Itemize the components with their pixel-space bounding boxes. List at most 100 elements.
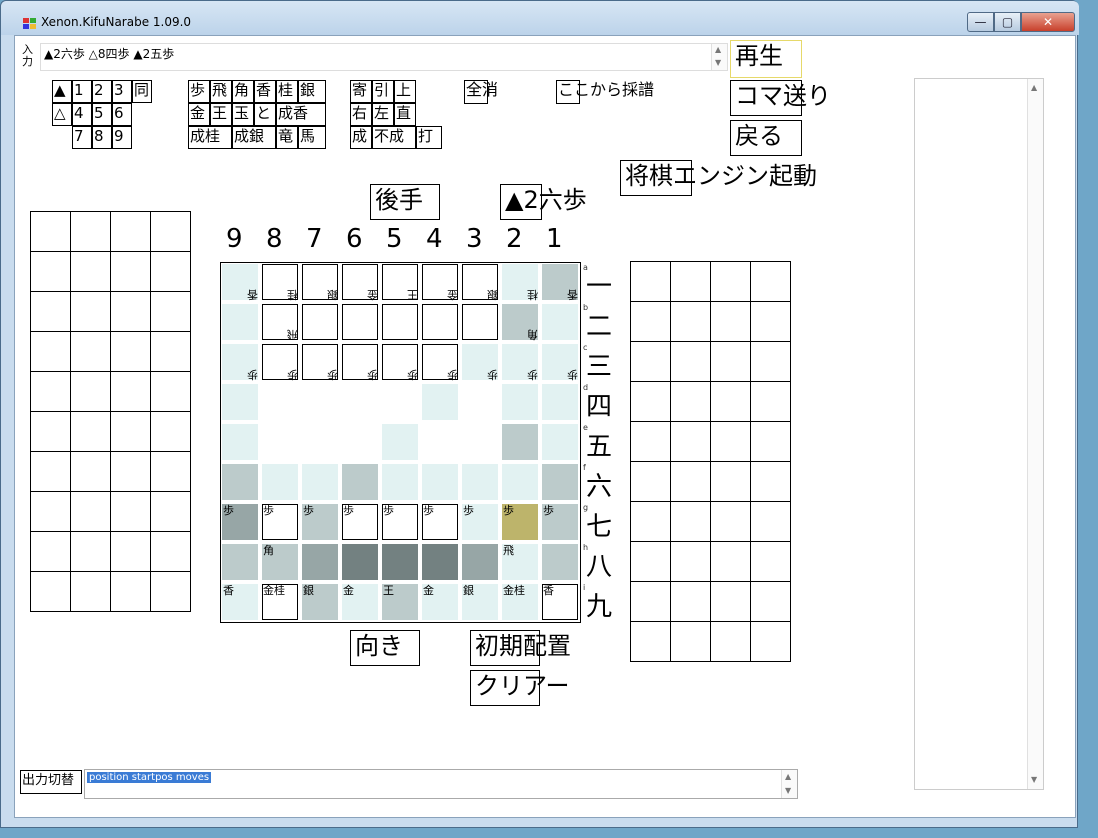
piece-key-2[interactable]: 角 — [232, 80, 254, 103]
key-12[interactable]: 8 — [92, 126, 112, 149]
hand-slot[interactable] — [30, 371, 71, 412]
hand-slot[interactable] — [670, 541, 711, 582]
board-square[interactable]: 歩 — [421, 343, 461, 383]
hand-slot[interactable] — [30, 451, 71, 492]
hand-slot[interactable] — [630, 461, 671, 502]
modifier-key-5[interactable]: 直 — [394, 103, 416, 126]
key-2[interactable]: 2 — [92, 80, 112, 103]
hand-slot[interactable] — [70, 251, 111, 292]
board-square[interactable] — [341, 463, 381, 503]
modifier-key-2[interactable]: 上 — [394, 80, 416, 103]
hand-slot[interactable] — [150, 251, 191, 292]
hand-slot[interactable] — [150, 451, 191, 492]
output-scrollbar[interactable]: ▲ ▼ — [781, 770, 797, 798]
modifier-key-7[interactable]: 不成 — [372, 126, 416, 149]
hand-slot[interactable] — [710, 461, 751, 502]
hand-slot[interactable] — [750, 461, 791, 502]
modifier-key-8[interactable]: 打 — [416, 126, 442, 149]
board-square[interactable]: 金 — [341, 583, 381, 623]
hand-slot[interactable] — [670, 461, 711, 502]
board-square[interactable]: 桂 — [501, 263, 541, 303]
board-square[interactable] — [461, 423, 501, 463]
hand-slot[interactable] — [70, 451, 111, 492]
piece-key-9[interactable]: と — [254, 103, 276, 126]
board-square[interactable] — [421, 423, 461, 463]
board-square[interactable] — [381, 303, 421, 343]
log-scrollbar[interactable]: ▲ ▼ — [1027, 79, 1043, 789]
back-button[interactable]: 戻る — [730, 120, 802, 156]
board-square[interactable]: 歩 — [461, 503, 501, 543]
hand-slot[interactable] — [630, 261, 671, 302]
board-square[interactable]: 王 — [381, 263, 421, 303]
hand-slot[interactable] — [670, 341, 711, 382]
key-5[interactable]: △ — [52, 103, 72, 126]
modifier-key-1[interactable]: 引 — [372, 80, 394, 103]
key-0[interactable]: ▲ — [52, 80, 72, 103]
board-square[interactable]: 歩 — [381, 503, 421, 543]
board-square[interactable] — [461, 543, 501, 583]
board-square[interactable] — [541, 383, 581, 423]
hand-slot[interactable] — [750, 501, 791, 542]
board-square[interactable]: 香 — [221, 263, 261, 303]
input-scrollbar[interactable]: ▲ ▼ — [711, 44, 727, 70]
hand-slot[interactable] — [70, 291, 111, 332]
key-8[interactable]: 6 — [112, 103, 132, 126]
piece-key-15[interactable]: 馬 — [298, 126, 326, 149]
board-square[interactable]: 香 — [541, 583, 581, 623]
board-square[interactable]: 金 — [421, 263, 461, 303]
hand-slot[interactable] — [150, 411, 191, 452]
piece-key-14[interactable]: 竜 — [276, 126, 298, 149]
hand-slot[interactable] — [750, 301, 791, 342]
board-square[interactable]: 銀 — [301, 583, 341, 623]
board-square[interactable]: 歩 — [541, 343, 581, 383]
board-square[interactable] — [301, 383, 341, 423]
hand-slot[interactable] — [70, 491, 111, 532]
board-square[interactable] — [341, 303, 381, 343]
board-square[interactable]: 王 — [381, 583, 421, 623]
board-square[interactable]: 銀 — [301, 263, 341, 303]
hand-slot[interactable] — [110, 451, 151, 492]
board-square[interactable] — [261, 463, 301, 503]
board-square[interactable]: 桂 — [261, 263, 301, 303]
board-square[interactable] — [541, 303, 581, 343]
title-bar[interactable]: Xenon.KifuNarabe 1.09.0 — ▢ ✕ — [1, 1, 1079, 35]
board-square[interactable] — [221, 463, 261, 503]
hand-slot[interactable] — [670, 381, 711, 422]
key-4[interactable]: 同 — [132, 80, 152, 103]
hand-slot[interactable] — [750, 541, 791, 582]
key-1[interactable]: 1 — [72, 80, 92, 103]
log-panel[interactable]: ▲ ▼ — [914, 78, 1044, 790]
hand-slot[interactable] — [710, 381, 751, 422]
board-square[interactable]: 飛 — [501, 543, 541, 583]
board-square[interactable] — [381, 383, 421, 423]
board-square[interactable] — [501, 383, 541, 423]
key-11[interactable]: 7 — [72, 126, 92, 149]
board-square[interactable] — [421, 303, 461, 343]
hand-slot[interactable] — [150, 531, 191, 572]
engine-start-button[interactable]: 将棋エンジン起動 — [620, 160, 817, 196]
board-square[interactable]: 歩 — [221, 503, 261, 543]
hand-slot[interactable] — [710, 341, 751, 382]
hand-slot[interactable] — [30, 291, 71, 332]
hand-slot[interactable] — [110, 251, 151, 292]
hand-slot[interactable] — [750, 581, 791, 622]
hand-slot[interactable] — [110, 531, 151, 572]
output-field[interactable]: position startpos moves ▲ ▼ — [84, 769, 798, 799]
hand-slot[interactable] — [110, 291, 151, 332]
board-square[interactable]: 金 — [421, 583, 461, 623]
board-square[interactable]: 金桂 — [261, 583, 301, 623]
hand-slot[interactable] — [750, 381, 791, 422]
piece-key-7[interactable]: 王 — [210, 103, 232, 126]
hand-slot[interactable] — [110, 491, 151, 532]
hand-slot[interactable] — [110, 211, 151, 252]
board-square[interactable]: 歩 — [501, 503, 541, 543]
hand-slot[interactable] — [70, 531, 111, 572]
record-from-here-button[interactable]: ここから採譜 — [556, 80, 654, 104]
board-square[interactable]: 歩 — [501, 343, 541, 383]
board-square[interactable] — [221, 423, 261, 463]
close-button[interactable]: ✕ — [1021, 12, 1075, 32]
hand-slot[interactable] — [670, 421, 711, 462]
hand-slot[interactable] — [710, 261, 751, 302]
hand-slot[interactable] — [630, 421, 671, 462]
board-square[interactable]: 銀 — [461, 263, 501, 303]
